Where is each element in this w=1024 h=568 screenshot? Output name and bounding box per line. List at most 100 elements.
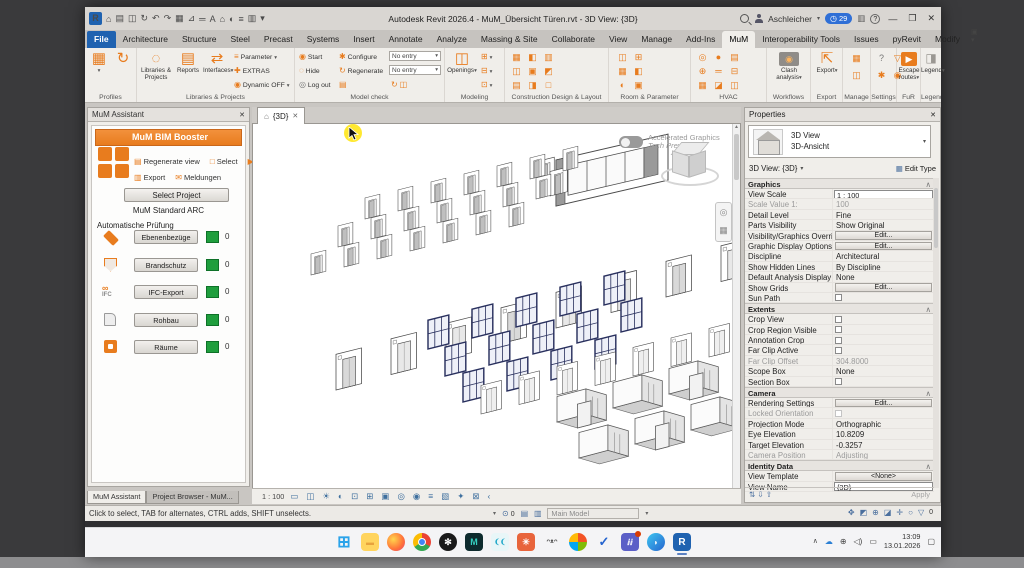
- reveal-hidden-icon[interactable]: ◉: [413, 491, 420, 502]
- taskbar-icon-chrome[interactable]: [413, 533, 431, 551]
- legend-button[interactable]: ◨Legend▾: [921, 50, 941, 75]
- clash-analysis-button[interactable]: ◉Clash analysis▾: [771, 50, 807, 82]
- model-check-extra-icons[interactable]: ↻ ◫: [391, 80, 407, 89]
- analytical-model-icon[interactable]: ✦: [457, 491, 464, 502]
- volume-icon[interactable]: ◁): [854, 537, 863, 546]
- interfaces-button[interactable]: ⇄Interfaces▾: [203, 50, 231, 75]
- modeling-tool-1[interactable]: ⊞ ▾: [481, 52, 492, 61]
- redo-icon[interactable]: ↷: [164, 13, 172, 24]
- configure-button[interactable]: ✱ Configure: [339, 52, 377, 61]
- taskbar-icon-firefox[interactable]: [387, 533, 405, 551]
- type-selector-caret-icon[interactable]: ▾: [923, 138, 926, 145]
- hvac-tool-icon-7[interactable]: ▤: [729, 52, 740, 63]
- assistant-close-icon[interactable]: ✕: [239, 111, 245, 119]
- hvac-tool-icon-1[interactable]: ◎: [697, 52, 708, 63]
- canvas-scrollbar[interactable]: ▲: [732, 124, 740, 488]
- temporary-isolate-icon[interactable]: ◎: [397, 491, 404, 502]
- section-header-graphics[interactable]: Graphics∧: [745, 178, 934, 189]
- select-project-button[interactable]: Select Project: [124, 188, 229, 202]
- help-icon[interactable]: ?: [870, 14, 880, 24]
- ribbon-display-toggle-icon[interactable]: ▣ ▾: [971, 28, 978, 48]
- construction-tool-icon-4[interactable]: ◧: [527, 52, 538, 63]
- clock[interactable]: 13:09 13.01.2026: [884, 532, 921, 550]
- construction-tool-icon-7[interactable]: ▥: [543, 52, 554, 63]
- property-value[interactable]: [833, 325, 934, 334]
- ribbon-tab-mum[interactable]: MuM: [722, 31, 755, 48]
- properties-close-icon[interactable]: ✕: [930, 111, 936, 119]
- element-selector-caret-icon[interactable]: ▾: [800, 165, 803, 172]
- hide-button[interactable]: ◌ Hide: [299, 66, 320, 75]
- dock-tab-mum-assistant[interactable]: MuM Assistant: [87, 491, 146, 504]
- construction-tool-icon-2[interactable]: ◫: [511, 66, 522, 77]
- property-value[interactable]: [833, 345, 934, 354]
- main-model-dropdown[interactable]: Main Model: [547, 508, 639, 519]
- save-icon[interactable]: ◫: [128, 13, 137, 24]
- property-value[interactable]: Edit...: [833, 241, 934, 250]
- accelerated-graphics-toggle[interactable]: [619, 136, 643, 148]
- ifc-export-button[interactable]: IFC-Export: [134, 285, 198, 299]
- collapse-bar-icon[interactable]: ‹: [488, 491, 491, 502]
- property-value[interactable]: 1 : 100: [833, 189, 934, 198]
- property-value[interactable]: 100: [833, 199, 934, 208]
- battery-icon[interactable]: ▭: [869, 537, 877, 546]
- room-tool-icon-2[interactable]: ▦: [617, 66, 628, 77]
- type-selector[interactable]: 3D View 3D-Ansicht ▾: [748, 125, 931, 158]
- ribbon-tab-structure[interactable]: Structure: [175, 31, 224, 48]
- taskbar-icon-teams[interactable]: ⅈⅈ: [621, 533, 639, 551]
- show-crop-icon[interactable]: ⊞: [366, 491, 373, 502]
- brandschutz-button[interactable]: Brandschutz: [134, 258, 198, 272]
- property-value[interactable]: Show Original: [833, 220, 934, 229]
- manage-tool-icon-1[interactable]: ▦: [851, 53, 862, 64]
- parameter-button[interactable]: ≡ Parameter ▾: [234, 52, 277, 61]
- select-pinned-icon[interactable]: ⊕: [872, 508, 879, 517]
- extras-button[interactable]: ✚ EXTRAS: [234, 66, 270, 75]
- openings-button[interactable]: ◫Openings▾: [447, 50, 477, 75]
- shadows-icon[interactable]: ◐: [338, 491, 343, 502]
- background-process-icon[interactable]: ○: [908, 508, 913, 517]
- ribbon-tab-annotate[interactable]: Annotate: [382, 31, 430, 48]
- taskbar-icon-orange-app[interactable]: ✳: [517, 533, 535, 551]
- constraints-icon[interactable]: ⊠: [472, 491, 479, 502]
- sun-settings-icon[interactable]: ☀: [322, 491, 330, 502]
- ribbon-tab-interoperability-tools[interactable]: Interoperability Tools: [755, 31, 847, 48]
- regenerate-view-link[interactable]: ▤Regenerate view: [134, 157, 200, 166]
- print-icon[interactable]: ▦: [175, 13, 184, 24]
- profiles-sync-button[interactable]: ↻: [112, 50, 134, 67]
- taskbar-icon-file-explorer[interactable]: ▬: [361, 533, 379, 551]
- worksharing-display-icon[interactable]: ≡: [428, 491, 433, 502]
- app-button[interactable]: R: [89, 12, 102, 25]
- property-value[interactable]: [833, 314, 934, 323]
- rohbau-button[interactable]: Rohbau: [134, 313, 198, 327]
- ribbon-tab-collaborate[interactable]: Collaborate: [545, 31, 602, 48]
- hvac-tool-icon-6[interactable]: ◪: [713, 80, 724, 91]
- default-3d-view-icon[interactable]: ⌂: [220, 14, 225, 24]
- property-value[interactable]: By Discipline: [833, 262, 934, 271]
- hvac-tool-icon-4[interactable]: ●: [713, 52, 724, 63]
- construction-tool-icon-8[interactable]: ◩: [543, 66, 554, 77]
- aligned-dimension-icon[interactable]: ═: [199, 14, 205, 24]
- libraries-projects-button[interactable]: ◌Libraries & Projects: [139, 50, 173, 81]
- crop-view-icon[interactable]: ⊡: [351, 491, 358, 502]
- onedrive-icon[interactable]: ☁: [825, 537, 833, 546]
- taskbar-icon-revit[interactable]: R: [673, 533, 691, 551]
- room-tool-icon-3[interactable]: ◐: [617, 80, 628, 91]
- manage-tool-icon-2[interactable]: ◫: [851, 70, 862, 81]
- property-value[interactable]: -0.3257: [833, 440, 934, 449]
- export-link[interactable]: ▥Export: [134, 173, 165, 182]
- search-icon[interactable]: [740, 14, 749, 23]
- construction-tool-icon-5[interactable]: ▣: [527, 66, 538, 77]
- drag-on-selection-icon[interactable]: ✛: [896, 508, 903, 517]
- viewcube[interactable]: [668, 140, 714, 192]
- visual-style-icon[interactable]: ◫: [306, 491, 314, 502]
- taskbar-icon-todo[interactable]: ✓: [595, 533, 613, 551]
- design-options-icon[interactable]: ▥: [534, 509, 541, 518]
- view-tab-close-icon[interactable]: ✕: [292, 112, 298, 120]
- r-ume-button[interactable]: Räume: [134, 340, 198, 354]
- export-button[interactable]: ⇱Export▾: [813, 50, 841, 75]
- ribbon-tab-add-ins[interactable]: Add-Ins: [679, 31, 722, 48]
- apply-button[interactable]: Apply: [911, 490, 930, 499]
- taskbar-icon-cat-app[interactable]: ᴖᴥᴖ: [543, 533, 561, 551]
- room-tool-icon-6[interactable]: ▣: [633, 80, 644, 91]
- property-value[interactable]: Edit...: [833, 283, 934, 292]
- construction-tool-icon-6[interactable]: ◨: [527, 80, 538, 91]
